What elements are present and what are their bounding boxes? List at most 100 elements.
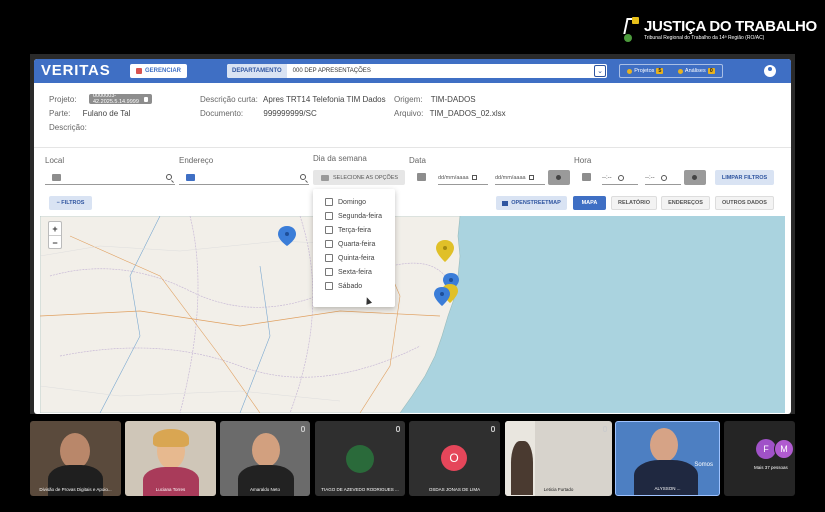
tab-openstreetmap-label: OPENSTREETMAP <box>511 200 561 206</box>
gerenciar-button[interactable]: GERENCIAR <box>130 64 187 78</box>
participant-tile[interactable]: O OSDAS JONAS DE LIMA <box>409 421 500 496</box>
hour-from-placeholder: --:-- <box>602 174 612 181</box>
participant-tile[interactable]: TIAGO DE AZEVEDO RODRIGUES ... <box>315 421 405 496</box>
dia-semana-label: Dia da semana <box>313 154 367 163</box>
parte-value: Fulano de Tal <box>82 109 131 118</box>
participant-name: Leticia Furtado <box>543 487 574 492</box>
participant-tile[interactable]: Leticia Furtado <box>505 421 612 496</box>
participant-name: OSDAS JONAS DE LIMA <box>428 487 481 492</box>
weekday-option[interactable]: Sábado <box>313 279 395 293</box>
zoom-control: + − <box>48 221 62 249</box>
participant-avatar: M <box>774 439 794 459</box>
participant-name: Luciana Torres <box>155 487 186 492</box>
mic-icon <box>301 426 305 432</box>
hour-from-input[interactable]: --:-- <box>602 171 638 185</box>
documento-label: Documento: <box>200 109 244 118</box>
participant-avatar: F <box>756 439 776 459</box>
weekday-label: Quarta-feira <box>338 240 376 248</box>
weekday-dropdown: Domingo Segunda-feira Terça-feira Quarta… <box>313 189 395 307</box>
chevron-down-icon[interactable]: ⌄ <box>594 65 606 77</box>
endereco-input[interactable] <box>179 171 309 185</box>
weekday-option[interactable]: Sexta-feira <box>313 265 395 279</box>
map-view[interactable]: + − <box>40 216 785 413</box>
checkbox[interactable] <box>325 254 333 262</box>
checkbox[interactable] <box>325 282 333 290</box>
departamento-select[interactable]: DEPARTAMENTO 000 DEP APRESENTAÇÕES ⌄ <box>227 64 607 78</box>
dia-semana-select[interactable]: SELECIONE AS OPÇÕES <box>313 170 405 185</box>
participant-tile[interactable]: Amaraldo Neto <box>220 421 310 496</box>
more-participants-label: Mais 37 pessoas <box>754 465 788 470</box>
user-account-icon[interactable] <box>764 65 776 77</box>
search-icon[interactable] <box>166 174 172 180</box>
hora-label: Hora <box>574 156 592 165</box>
participant-tile[interactable]: Divisão de Provas Digitais e Apoio... <box>30 421 121 496</box>
arquivo-label: Arquivo: <box>394 109 424 118</box>
clock-icon[interactable] <box>660 174 667 181</box>
participant-name: Divisão de Provas Digitais e Apoio... <box>39 487 112 492</box>
tab-relatorio[interactable]: RELATÓRIO <box>611 196 657 210</box>
projeto-chip[interactable]: 0000003-42.2025.5.14.9999 <box>89 93 152 105</box>
weekday-label: Sábado <box>338 282 363 290</box>
weekday-option[interactable]: Domingo <box>313 195 395 209</box>
data-label: Data <box>409 156 426 165</box>
tag-icon <box>52 174 61 181</box>
divider <box>34 147 791 148</box>
projetos-label: Projetos <box>634 68 655 74</box>
hour-to-input[interactable]: --:-- <box>645 171 681 185</box>
participant-tile[interactable]: Luciana Torres <box>125 421 216 496</box>
date-to-input[interactable]: dd/mm/aaaa <box>495 171 545 185</box>
local-input[interactable] <box>45 171 175 185</box>
checkbox[interactable] <box>325 198 333 206</box>
weekday-option[interactable]: Quarta-feira <box>313 237 395 251</box>
participant-tile[interactable]: Somos ALYSSON ... <box>615 421 720 496</box>
calendar-icon[interactable] <box>471 175 477 180</box>
calendar-icon[interactable] <box>528 175 534 180</box>
projetos-counter[interactable]: Projetos 5 <box>627 68 664 74</box>
date-from-input[interactable]: dd/mm/aaaa <box>438 171 488 185</box>
participant-avatar <box>346 445 374 473</box>
checkbox[interactable] <box>325 268 333 276</box>
analises-counter[interactable]: Análises 0 <box>677 68 715 74</box>
veritas-app: VERITAS GERENCIAR DEPARTAMENTO 000 DEP A… <box>34 59 791 414</box>
meeting-window: JUSTIÇA DO TRABALHO Tribunal Regional do… <box>0 0 825 512</box>
projeto-label: Projeto: <box>49 95 77 104</box>
tag-icon <box>186 174 195 181</box>
date-clear-button[interactable] <box>548 170 570 185</box>
search-icon[interactable] <box>300 174 306 180</box>
weekday-option[interactable]: Terça-feira <box>313 223 395 237</box>
map-tiles <box>40 216 785 413</box>
tab-outros-dados[interactable]: OUTROS DADOS <box>715 196 774 210</box>
badge-text: Somos <box>694 462 713 468</box>
more-participants-tile[interactable]: F M Mais 37 pessoas <box>724 421 795 496</box>
weekday-option[interactable]: Segunda-feira <box>313 209 395 223</box>
zoom-out-button[interactable]: − <box>49 236 61 250</box>
departamento-value: 000 DEP APRESENTAÇÕES <box>292 68 371 74</box>
hour-to-placeholder: --:-- <box>645 174 655 181</box>
checkbox[interactable] <box>325 226 333 234</box>
bulb-icon <box>627 68 633 74</box>
weekday-label: Terça-feira <box>338 226 372 234</box>
zoom-in-button[interactable]: + <box>49 222 61 236</box>
origem-label: Origem: <box>394 95 423 104</box>
participant-name: TIAGO DE AZEVEDO RODRIGUES ... <box>321 487 399 492</box>
local-label: Local <box>45 156 65 165</box>
tab-enderecos[interactable]: ENDEREÇOS <box>661 196 710 210</box>
gerenciar-label: GERENCIAR <box>144 68 181 74</box>
filtros-toggle-button[interactable]: − FILTROS <box>49 196 92 210</box>
limpar-filtros-button[interactable]: LIMPAR FILTROS <box>715 170 774 185</box>
tab-mapa[interactable]: MAPA <box>573 196 606 210</box>
weekday-label: Sexta-feira <box>338 268 372 276</box>
brand-subtitle: Tribunal Regional do Trabalho da 14ª Reg… <box>644 34 765 41</box>
participant-face <box>60 433 90 469</box>
tab-openstreetmap[interactable]: OPENSTREETMAP <box>496 196 567 210</box>
justica-trabalho-logo: JUSTIÇA DO TRABALHO Tribunal Regional do… <box>622 16 817 44</box>
justica-emblem-icon <box>622 16 640 44</box>
mic-icon <box>491 426 495 432</box>
clock-icon[interactable] <box>617 174 624 181</box>
desc-curta-value: Apres TRT14 Telefonia TIM Dados <box>263 95 386 104</box>
participant-name: Amaraldo Neto <box>249 487 280 492</box>
hour-clear-button[interactable] <box>684 170 706 185</box>
checkbox[interactable] <box>325 240 333 248</box>
weekday-option[interactable]: Quinta-feira <box>313 251 395 265</box>
checkbox[interactable] <box>325 212 333 220</box>
